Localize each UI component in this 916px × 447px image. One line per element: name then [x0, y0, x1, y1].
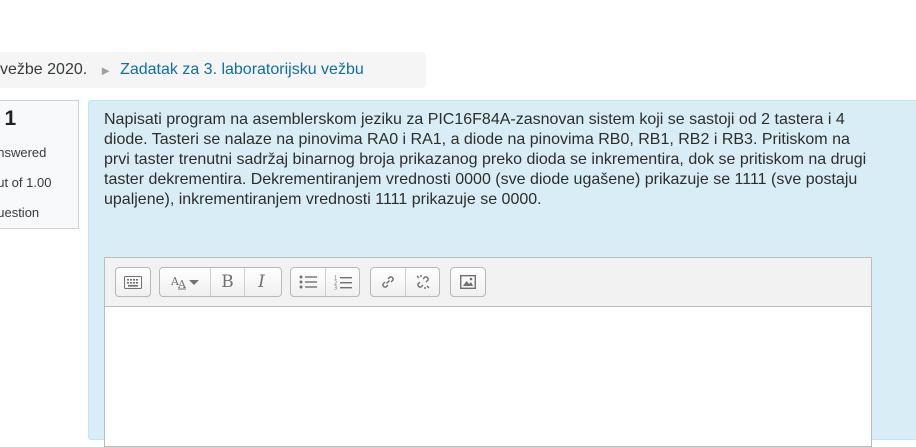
- toolbar-group-style: A A B I: [159, 267, 282, 297]
- breadcrumb-item-assignment[interactable]: Zadatak za 3. laboratorijsku vežbu: [120, 61, 364, 79]
- question-info-panel: n 1 answered out of 1.00 question: [0, 100, 79, 229]
- question-text: Napisati program na asemblerskom jeziku …: [104, 111, 867, 208]
- unordered-list-icon[interactable]: [291, 268, 325, 296]
- breadcrumb: vežbe 2020. ► Zadatak za 3. laboratorijs…: [0, 52, 426, 88]
- toolbar-group-links: [370, 267, 440, 297]
- ordered-list-icon[interactable]: 123: [325, 268, 359, 296]
- svg-text:A: A: [177, 278, 187, 290]
- toolbar-group-media: [450, 267, 486, 297]
- unlink-icon[interactable]: [405, 268, 439, 296]
- question-state: answered: [0, 145, 47, 160]
- toolbar-group-more: [115, 267, 151, 297]
- italic-icon[interactable]: I: [244, 268, 278, 296]
- keyboard-icon[interactable]: [116, 268, 150, 296]
- font-style-icon[interactable]: A A: [160, 268, 210, 296]
- toolbar-group-lists: 123: [290, 267, 360, 297]
- image-icon[interactable]: [451, 268, 485, 296]
- editor-toolbar: A A B I 1 2 3: [105, 258, 871, 307]
- question-grade: out of 1.00: [0, 175, 52, 190]
- question-formulation: Napisati program na asemblerskom jeziku …: [88, 100, 916, 447]
- link-icon[interactable]: [371, 268, 405, 296]
- bold-icon[interactable]: B: [210, 268, 244, 296]
- answer-editor: A A B I 1 2 3: [104, 257, 872, 447]
- flag-question-link[interactable]: question: [0, 205, 39, 220]
- svg-text:3: 3: [334, 285, 337, 290]
- answer-text-area[interactable]: [105, 307, 871, 447]
- question-number-value: 1: [4, 107, 17, 130]
- question-number: n 1: [0, 107, 16, 131]
- breadcrumb-separator-icon: ►: [99, 62, 113, 78]
- breadcrumb-item-course[interactable]: vežbe 2020.: [0, 61, 87, 79]
